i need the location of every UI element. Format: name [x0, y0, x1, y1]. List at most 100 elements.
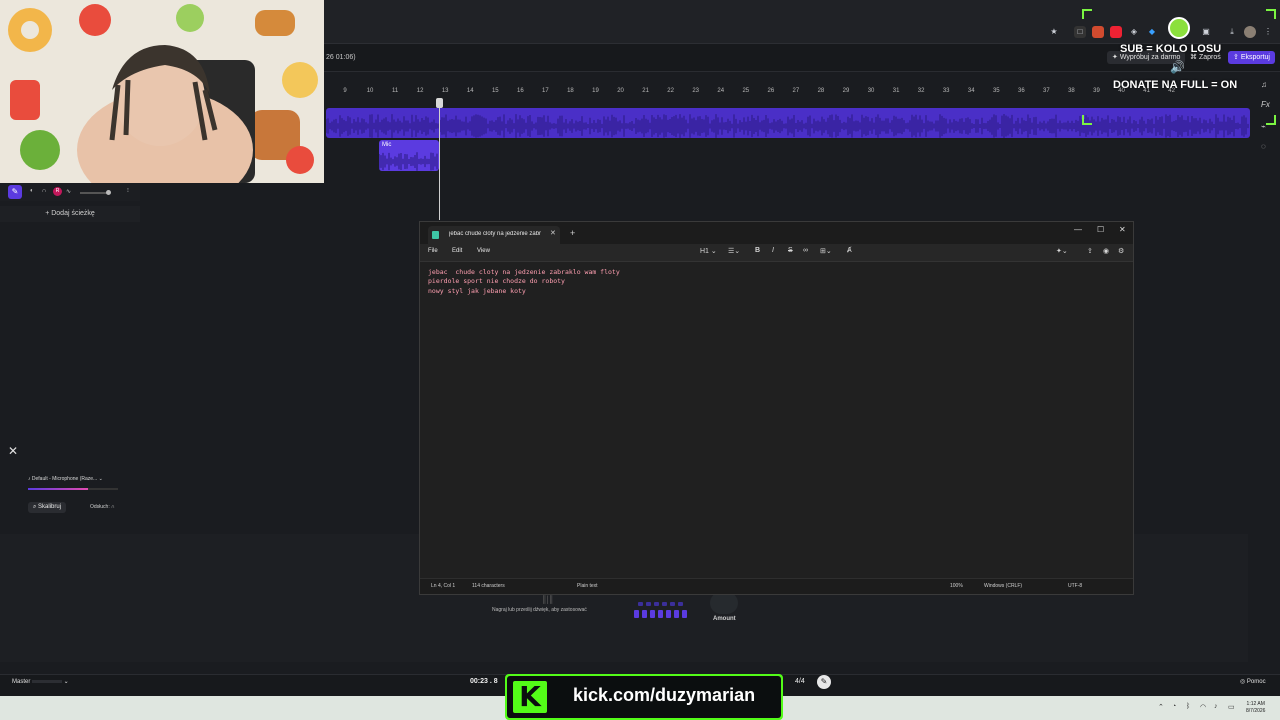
extension-icon[interactable] [1092, 26, 1104, 38]
comment-icon[interactable]: ◌ [1261, 142, 1266, 151]
wave-icon[interactable]: ∿ [66, 188, 71, 195]
master-select[interactable]: Master ⌄ [12, 678, 69, 685]
heading-dropdown[interactable]: H1 ⌄ [700, 247, 717, 255]
music-note-icon[interactable]: ♫ [1261, 80, 1267, 89]
more-icon[interactable]: ⁝ [127, 187, 129, 194]
link-icon[interactable]: ∞ [803, 247, 808, 254]
bold-icon[interactable]: B [755, 247, 760, 254]
maximize-button[interactable]: ☐ [1097, 225, 1104, 234]
timeline-tick-label: 34 [967, 88, 975, 94]
headphones-icon[interactable]: ∩ [42, 188, 46, 194]
overlay-corner [1266, 9, 1276, 19]
clock-time: 1:12 AM [1246, 701, 1265, 707]
mic-clip[interactable]: Mic [379, 140, 439, 171]
settings-gear-icon[interactable]: ⚙ [1118, 247, 1124, 255]
table-icon[interactable]: ⊞⌄ [820, 247, 832, 255]
volume-slider-handle[interactable] [106, 190, 111, 195]
timeline-tick-label: 29 [842, 88, 850, 94]
fx-icon[interactable]: Fx [1261, 100, 1270, 109]
playhead-handle[interactable] [436, 98, 443, 108]
timeline-ruler[interactable] [324, 82, 1250, 98]
kick-logo: K [513, 681, 547, 713]
shield-icon[interactable]: ◈ [1128, 26, 1140, 38]
copilot-icon[interactable]: ✦⌄ [1056, 247, 1068, 255]
taskbar-clock[interactable]: 1:12 AM 8/7/2026 [1246, 701, 1265, 715]
timeline-tick-label: 13 [441, 88, 449, 94]
playhead[interactable] [439, 98, 440, 220]
share-icon[interactable]: ⇪ [1087, 247, 1093, 255]
character-count: 114 characters [472, 583, 505, 589]
mute-icon[interactable]: ◐ [30, 188, 34, 194]
microphone-level-meter [28, 488, 118, 490]
line-ending: Windows (CRLF) [984, 583, 1023, 589]
microphone-select[interactable]: ♪ Default - Microphone (Raze... ⌄ [28, 476, 103, 482]
timeline-tick-label: 28 [817, 88, 825, 94]
timeline-tick-label: 17 [542, 88, 549, 94]
webcam-image [0, 0, 324, 183]
timeline-tick-label: 23 [692, 88, 700, 94]
list-icon[interactable]: ☰⌄ [728, 247, 740, 255]
new-tab-button[interactable]: + [570, 228, 575, 238]
calibrate-button[interactable]: ⌕ Skalibruj [28, 502, 67, 513]
extension-icon[interactable]: ◆ [1146, 26, 1158, 38]
close-window-button[interactable]: ✕ [1119, 225, 1126, 234]
monitor-toggle[interactable]: Odsłuch: ∩ [90, 504, 115, 510]
account-icon[interactable]: ◉ [1103, 247, 1109, 255]
timeline-tick-label: 11 [391, 88, 399, 94]
chevron-up-icon[interactable]: ⌃ [1158, 703, 1164, 711]
notepad-menubar: File Edit View H1 ⌄ ☰⌄ B I S ∞ ⊞⌄ Ⱥ ✦⌄ ⇪… [420, 244, 1133, 262]
battery-icon[interactable]: ▭ [1228, 703, 1235, 711]
notepad-text-area[interactable]: jebac chude cloty na jedzenie zabraklo w… [428, 268, 620, 296]
webcam-feed [0, 0, 324, 183]
extension-icon[interactable] [1110, 26, 1122, 38]
menu-file[interactable]: File [428, 248, 438, 254]
timeline-tick-label: 25 [742, 88, 750, 94]
add-track-button[interactable]: + Dodaj ścieżkę [0, 206, 140, 222]
add-track-label: Dodaj ścieżkę [51, 210, 95, 217]
notepad-tab[interactable]: jebac chude cloty na jedzenie zabr ✕ [428, 226, 560, 244]
more-icon[interactable]: ⋮ [1262, 26, 1274, 38]
clear-format-icon[interactable]: Ⱥ [847, 247, 852, 254]
cursor-position: Ln 4, Col 1 [431, 583, 456, 589]
audio-track-clip[interactable] [326, 108, 1250, 138]
export-button[interactable]: ⇪ Eksportuj [1228, 51, 1275, 64]
kick-banner: K kick.com/duzymarian [505, 674, 783, 720]
menu-edit[interactable]: Edit [452, 248, 462, 254]
amount-knob[interactable] [710, 592, 738, 614]
right-toolbar: ♫ Fx ⌁ ◌ [1256, 72, 1280, 192]
timeline-tick-label: 15 [491, 88, 499, 94]
timeline-tick-label: 26 [767, 88, 775, 94]
help-button[interactable]: ◎ Pomoc [1240, 678, 1266, 685]
menu-view[interactable]: View [477, 248, 490, 254]
wifi-icon[interactable]: ◠ [1200, 703, 1206, 711]
calibrate-label: Skalibruj [38, 504, 62, 510]
timeline-tick-label: 35 [992, 88, 1000, 94]
minimize-button[interactable]: — [1074, 225, 1082, 234]
timeline-tick-label: 14 [466, 88, 474, 94]
notepad-window[interactable]: jebac chude cloty na jedzenie zabr ✕ + —… [419, 221, 1134, 595]
wheel-icon [1168, 17, 1190, 39]
timeline-tick-label: 30 [867, 88, 875, 94]
encoding: UTF-8 [1068, 583, 1083, 589]
timeline-tick-label: 12 [416, 88, 424, 94]
microphone-device-label: Default - Microphone (Raze... [31, 476, 98, 482]
avatar[interactable] [1244, 26, 1256, 38]
record-button[interactable]: R [53, 187, 62, 196]
close-panel-button[interactable]: ✕ [8, 444, 18, 458]
overlay-corner [1082, 115, 1092, 125]
bluetooth-icon[interactable]: ᛒ [1186, 703, 1190, 710]
download-icon[interactable]: ⤓ [1226, 26, 1238, 38]
italic-icon[interactable]: I [772, 247, 774, 254]
pencil-icon[interactable]: ✎ [817, 675, 831, 689]
star-icon[interactable]: ★ [1048, 26, 1060, 38]
puzzle-icon[interactable]: ▣ [1200, 26, 1212, 38]
network-icon[interactable]: ◔ [1172, 703, 1176, 710]
close-tab-icon[interactable]: ✕ [550, 229, 556, 237]
extension-icon[interactable]: □ [1074, 26, 1086, 38]
pencil-icon[interactable]: ✎ [8, 185, 22, 199]
volume-icon[interactable]: ♪ [1214, 703, 1218, 710]
export-label: Eksportuj [1240, 54, 1270, 61]
strikethrough-icon[interactable]: S [788, 247, 793, 254]
timeline-tick-label: 33 [942, 88, 950, 94]
time-readout: 00:23 . 8 [470, 678, 498, 685]
